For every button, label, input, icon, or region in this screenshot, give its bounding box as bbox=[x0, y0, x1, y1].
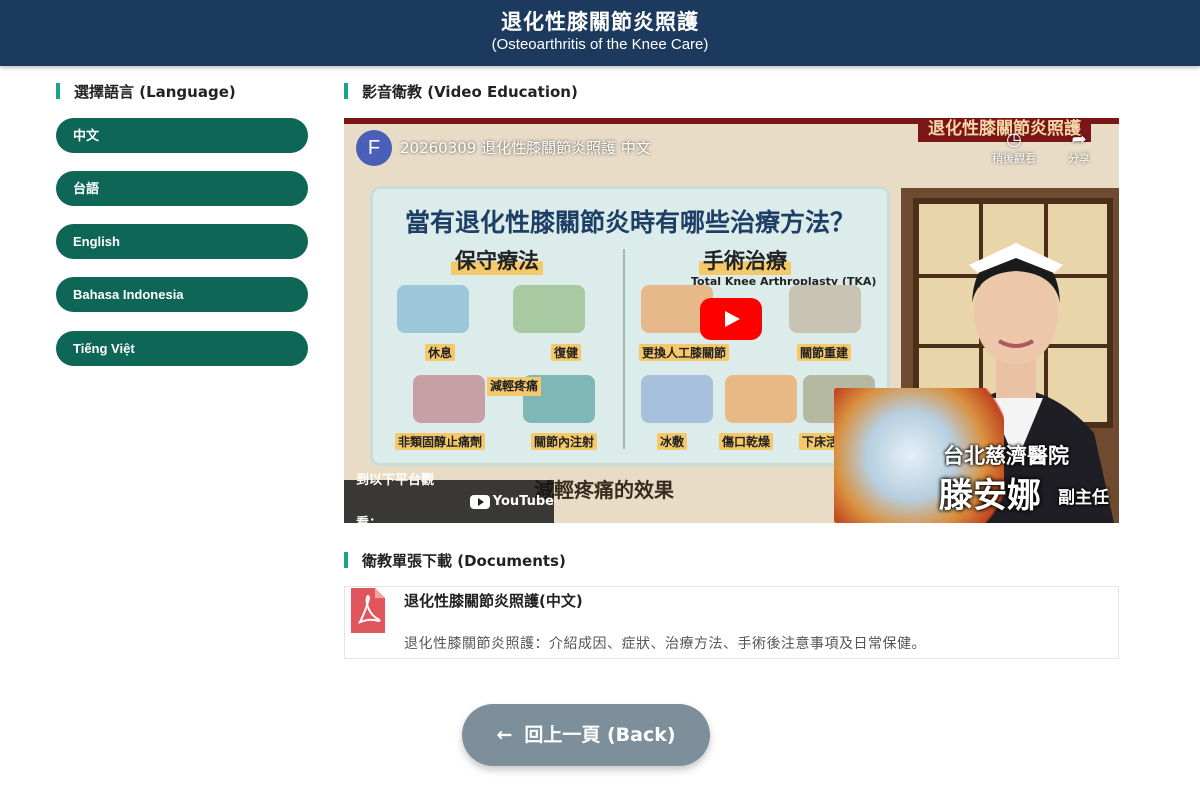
heading-accent-bar bbox=[56, 83, 60, 99]
watch-on-label: 到以下平台觀看： bbox=[356, 472, 435, 524]
youtube-play-icon bbox=[469, 494, 490, 509]
language-button-indonesian[interactable]: Bahasa Indonesia bbox=[56, 277, 308, 312]
pdf-file-icon bbox=[351, 588, 385, 633]
rehab-illustration bbox=[513, 285, 585, 333]
back-button[interactable]: ← 回上一頁 (Back) bbox=[462, 704, 710, 766]
hospital-name: 台北慈濟醫院 bbox=[943, 444, 1069, 468]
caption-wound-dry: 傷口乾燥 bbox=[719, 433, 774, 450]
caption-rehab: 復健 bbox=[551, 344, 582, 361]
share-button[interactable]: ➦ 分享 bbox=[1049, 130, 1109, 166]
wound-dry-illustration bbox=[725, 375, 797, 423]
video-section-heading: 影音衛教 (Video Education) bbox=[344, 81, 578, 101]
back-button-label: 回上一頁 (Back) bbox=[524, 724, 676, 746]
page-title: 退化性膝關節炎照護 bbox=[501, 10, 699, 34]
language-button-taiwanese[interactable]: 台語 bbox=[56, 171, 308, 206]
language-button-vietnamese[interactable]: Tiếng Việt bbox=[56, 331, 308, 366]
watch-on-youtube-bar[interactable]: 到以下平台觀看： YouTube bbox=[344, 473, 554, 523]
video-player[interactable]: 退化性膝關節炎照護 當有退化性膝關節炎時有哪些治療方法？ 保守療法 手術治療 T… bbox=[344, 118, 1119, 523]
document-title[interactable]: 退化性膝關節炎照護(中文) bbox=[404, 590, 583, 611]
language-heading-text: 選擇語言 (Language) bbox=[74, 82, 236, 101]
heading-accent-bar bbox=[344, 83, 348, 99]
youtube-wordmark: YouTube bbox=[492, 494, 554, 509]
video-heading-text: 影音衛教 (Video Education) bbox=[362, 82, 578, 101]
page-subtitle: (Osteoarthritis of the Knee Care) bbox=[491, 36, 709, 53]
caption-injection: 關節內注射 bbox=[531, 433, 598, 450]
documents-section-heading: 衛教單張下載 (Documents) bbox=[344, 550, 566, 570]
heading-accent-bar bbox=[344, 552, 348, 568]
clock-icon: ◷ bbox=[1006, 129, 1022, 150]
page-header: 退化性膝關節炎照護 (Osteoarthritis of the Knee Ca… bbox=[0, 0, 1200, 66]
relief-tag: 減輕疼痛 bbox=[487, 377, 542, 396]
language-button-chinese[interactable]: 中文 bbox=[56, 118, 308, 153]
ice-illustration bbox=[641, 375, 713, 423]
channel-avatar[interactable]: F bbox=[356, 130, 392, 166]
document-description: 退化性膝關節炎照護：介紹成因、症狀、治療方法、手術後注意事項及日常保健。 bbox=[404, 636, 926, 652]
joint-rebuild-illustration bbox=[789, 285, 861, 333]
video-caption-line: 減輕疼痛的效果 bbox=[534, 478, 674, 502]
treatment-infographic: 當有退化性膝關節炎時有哪些治療方法？ 保守療法 手術治療 Total Knee … bbox=[370, 186, 890, 466]
youtube-logo[interactable]: YouTube bbox=[469, 480, 554, 523]
surgical-therapy-title: 手術治療 bbox=[699, 245, 791, 275]
share-icon: ➦ bbox=[1071, 129, 1087, 150]
video-title[interactable]: 20260309 退化性膝關節炎照護 中文 bbox=[400, 137, 651, 158]
presenter-title: 副主任 bbox=[1058, 488, 1109, 508]
caption-joint-rebuild: 關節重建 bbox=[797, 344, 852, 361]
caption-knee-replacement: 更換人工膝關節 bbox=[639, 344, 730, 361]
nsaid-illustration bbox=[413, 375, 485, 423]
language-section-heading: 選擇語言 (Language) bbox=[56, 81, 236, 101]
arrow-left-icon: ← bbox=[496, 724, 513, 746]
conservative-therapy-title: 保守療法 bbox=[451, 245, 543, 275]
presenter-name: 滕安娜 bbox=[939, 476, 1041, 516]
infographic-divider bbox=[623, 249, 625, 449]
infographic-headline: 當有退化性膝關節炎時有哪些治療方法？ bbox=[404, 208, 855, 237]
watch-later-button[interactable]: ◷ 稍後觀看 bbox=[984, 130, 1044, 166]
documents-heading-text: 衛教單張下載 (Documents) bbox=[362, 551, 566, 570]
language-button-english[interactable]: English bbox=[56, 224, 308, 259]
caption-rest: 休息 bbox=[425, 344, 456, 361]
play-button[interactable] bbox=[700, 298, 762, 340]
caption-ice: 冰敷 bbox=[657, 433, 688, 450]
watch-later-label: 稍後觀看 bbox=[992, 152, 1036, 165]
caption-nsaid: 非類固醇止痛劑 bbox=[395, 433, 486, 450]
rest-illustration bbox=[397, 285, 469, 333]
share-label: 分享 bbox=[1068, 152, 1090, 165]
document-item[interactable]: 退化性膝關節炎照護(中文) 退化性膝關節炎照護：介紹成因、症狀、治療方法、手術後… bbox=[344, 586, 1119, 659]
